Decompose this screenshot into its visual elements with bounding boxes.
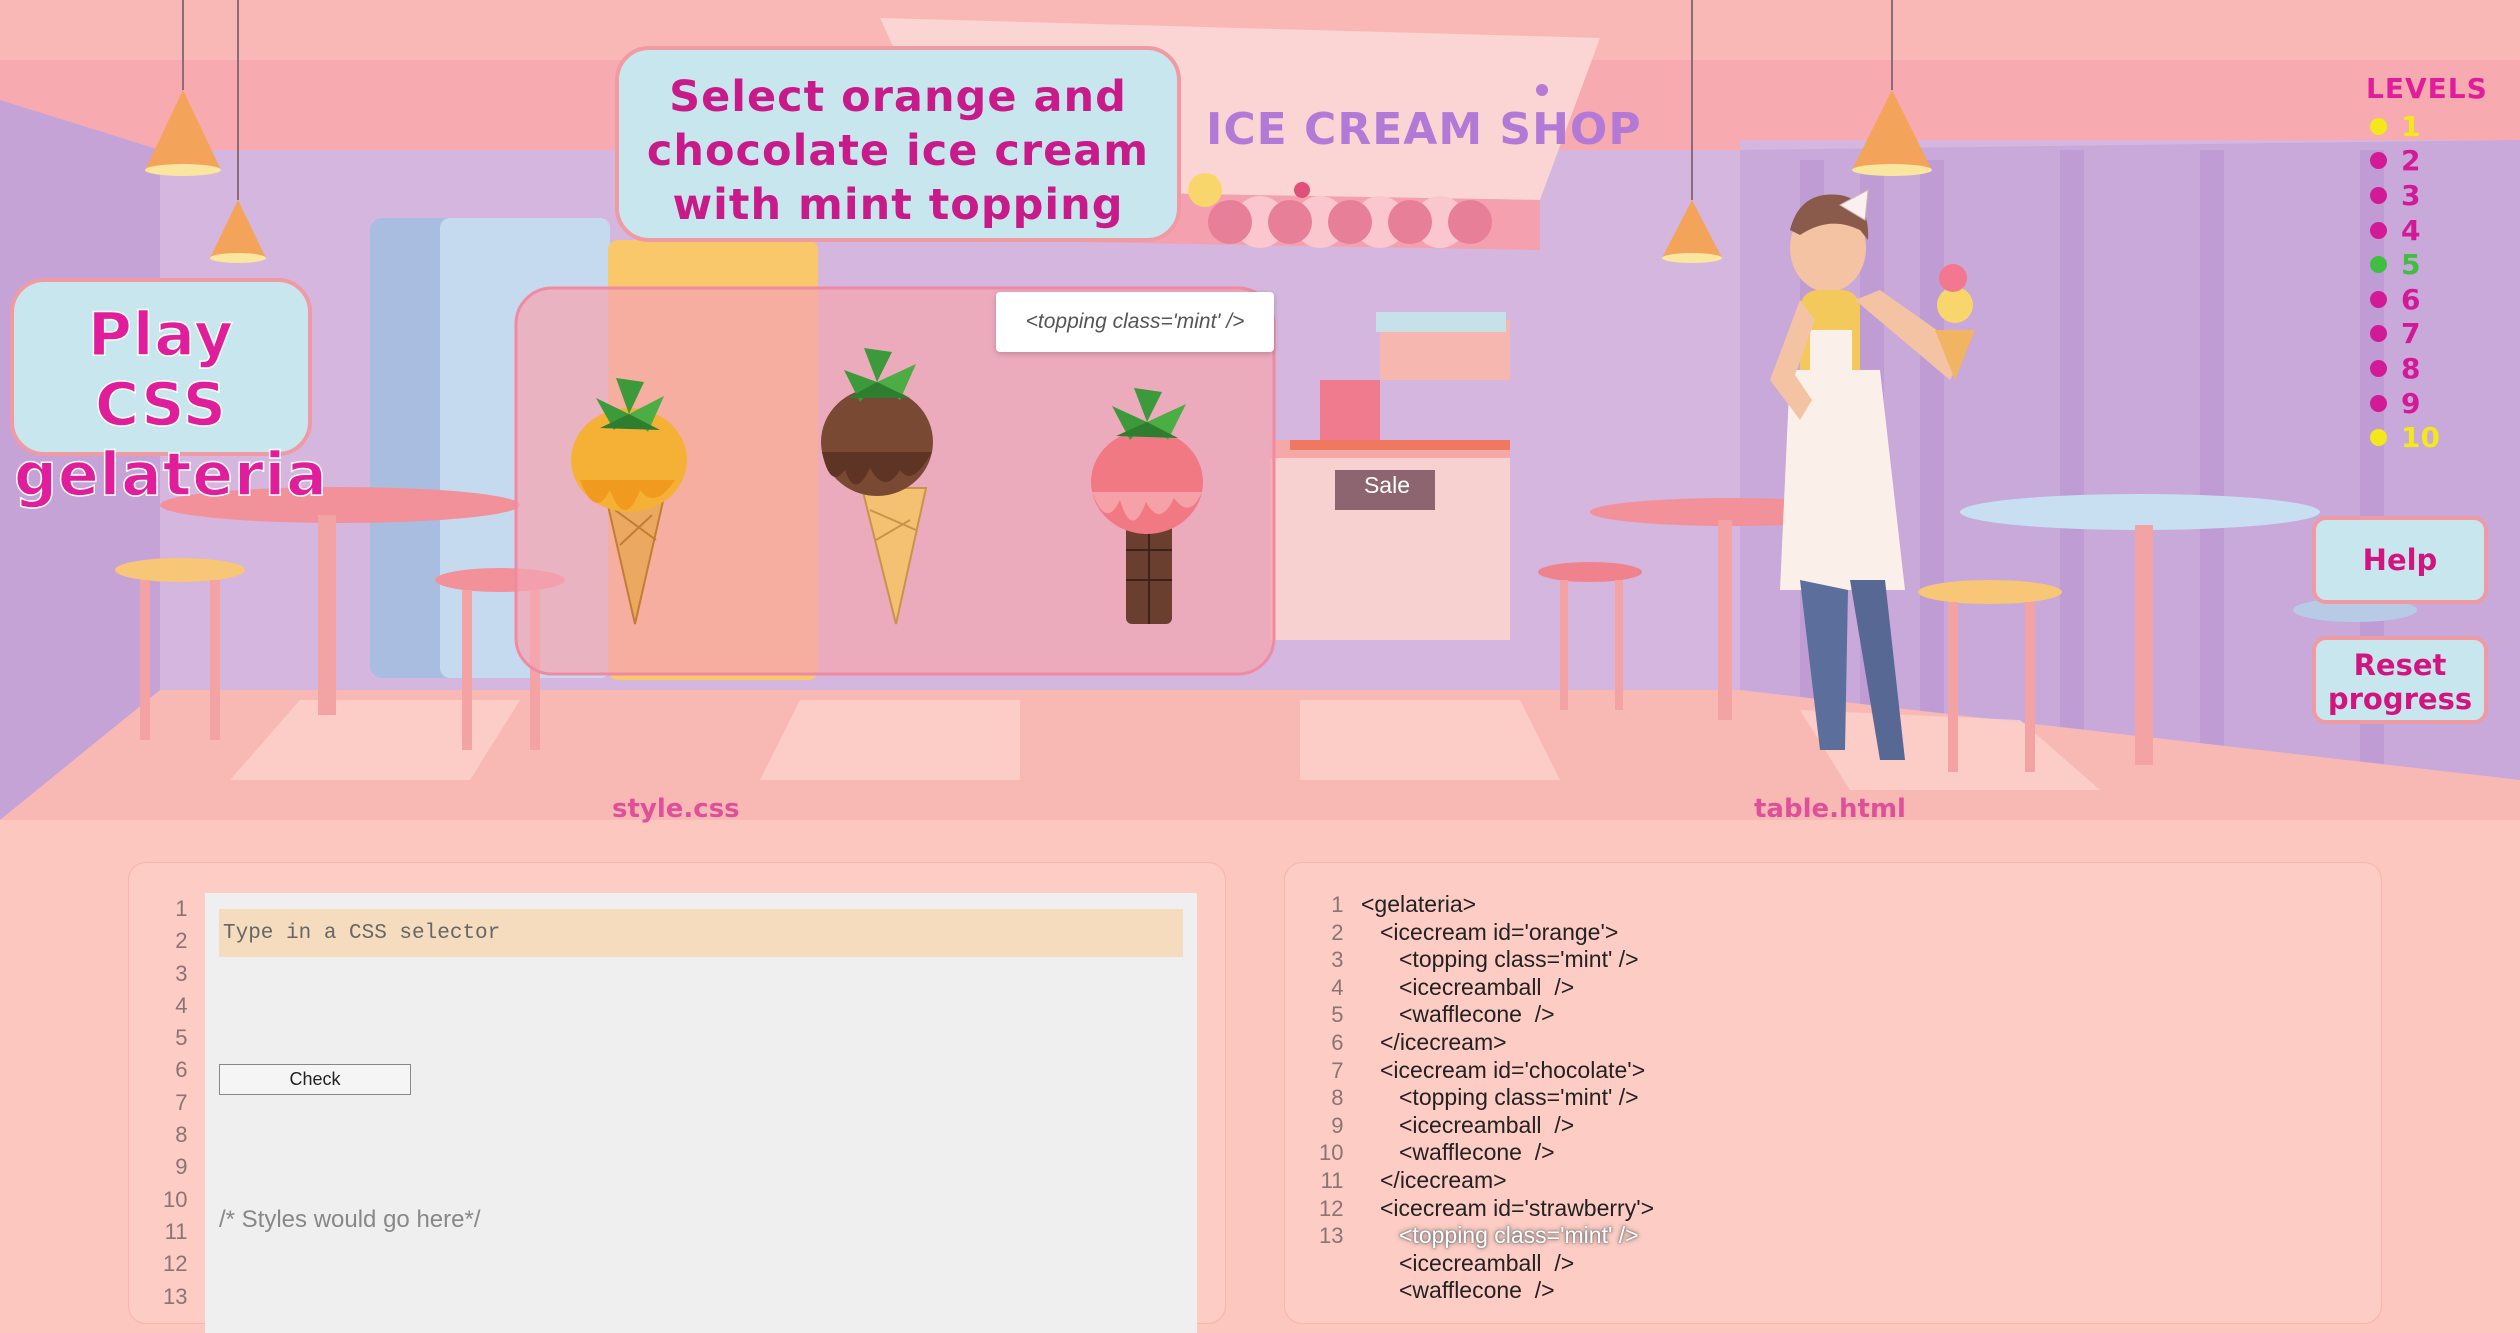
code-line[interactable]: <icecream id='orange'> bbox=[1361, 919, 1654, 947]
level-number: 9 bbox=[2401, 386, 2421, 420]
line-number: 6 bbox=[1331, 1029, 1344, 1055]
level-9-link[interactable]: 9 bbox=[2366, 386, 2486, 421]
line-number: 9 bbox=[175, 1154, 188, 1180]
check-button[interactable]: Check bbox=[219, 1064, 411, 1095]
line-number: 3 bbox=[175, 960, 188, 986]
line-number: 10 bbox=[163, 1186, 188, 1212]
level-1-link[interactable]: 1 bbox=[2366, 109, 2486, 144]
sale-sign: Sale bbox=[1363, 472, 1411, 498]
code-line[interactable]: <wafflecone /> bbox=[1361, 1001, 1654, 1029]
css-line-numbers: 1 2 3 4 5 6 7 8 9 10 11 12 13 bbox=[163, 893, 187, 1313]
line-number: 8 bbox=[1331, 1085, 1344, 1111]
game-title: Play CSS gelateria bbox=[10, 278, 327, 511]
line-number: 9 bbox=[1331, 1112, 1344, 1138]
line-number: 12 bbox=[1319, 1195, 1344, 1221]
line-number: 2 bbox=[175, 928, 188, 954]
mint-topping[interactable] bbox=[1112, 388, 1186, 440]
chocolate-icecream[interactable] bbox=[821, 348, 933, 625]
level-6-link[interactable]: 6 bbox=[2366, 282, 2486, 317]
css-editor-panel: 12345678910111213 Check /* Styles would … bbox=[128, 862, 1226, 1333]
level-status-dot bbox=[2370, 359, 2387, 377]
level-status-dot bbox=[2370, 221, 2387, 239]
line-number: 1 bbox=[175, 896, 188, 921]
shop-sign: ICE CREAM SHOP bbox=[1206, 104, 1642, 155]
level-4-link[interactable]: 4 bbox=[2366, 213, 2486, 248]
line-number: 5 bbox=[175, 1025, 188, 1051]
element-tooltip: <topping class='mint' /> bbox=[996, 292, 1274, 352]
line-number: 11 bbox=[164, 1218, 188, 1244]
css-file-label: style.css bbox=[612, 794, 740, 824]
level-5-link[interactable]: 5 bbox=[2366, 247, 2486, 282]
level-number: 2 bbox=[2401, 144, 2421, 178]
level-2-link[interactable]: 2 bbox=[2366, 144, 2486, 179]
help-button[interactable]: Help bbox=[2312, 516, 2488, 604]
level-7-link[interactable]: 7 bbox=[2366, 317, 2486, 352]
line-number: 4 bbox=[1331, 974, 1344, 1000]
styles-comment: /* Styles would go here*/ bbox=[219, 1206, 481, 1233]
level-status-dot bbox=[2370, 429, 2387, 447]
code-line[interactable]: </icecream> bbox=[1361, 1167, 1654, 1195]
level-number: 1 bbox=[2401, 109, 2421, 143]
line-number: 10 bbox=[1319, 1140, 1344, 1166]
line-number: 2 bbox=[1331, 919, 1344, 945]
code-line[interactable]: <topping class='mint' /> bbox=[1361, 1084, 1654, 1112]
level-number: 3 bbox=[2401, 178, 2421, 212]
line-number: 8 bbox=[175, 1122, 188, 1148]
css-selector-input[interactable] bbox=[219, 909, 1183, 957]
level-instruction: Select orange and chocolate ice cream wi… bbox=[615, 46, 1181, 242]
level-status-dot bbox=[2370, 394, 2387, 412]
line-number: 5 bbox=[1331, 1002, 1344, 1028]
line-number: 1 bbox=[1331, 892, 1344, 917]
code-line[interactable]: <wafflecone /> bbox=[1361, 1139, 1654, 1167]
code-line[interactable]: <icecreamball /> bbox=[1361, 974, 1654, 1002]
level-status-dot bbox=[2370, 290, 2387, 308]
line-number: 7 bbox=[175, 1089, 188, 1115]
levels-list: LEVELS 1 2 3 4 5 6 7 8 9 10 bbox=[2366, 72, 2488, 455]
level-status-dot bbox=[2370, 152, 2387, 170]
html-line-numbers: 1 2 3 4 5 6 7 8 9 10 11 12 13 bbox=[1319, 891, 1343, 1250]
line-number: 6 bbox=[175, 1057, 188, 1083]
level-status-dot bbox=[2370, 186, 2387, 204]
level-number: 4 bbox=[2401, 213, 2421, 247]
html-file-label: table.html bbox=[1754, 794, 1906, 824]
level-3-link[interactable]: 3 bbox=[2366, 178, 2486, 213]
level-number: 5 bbox=[2401, 248, 2421, 282]
level-status-dot bbox=[2370, 256, 2387, 274]
reset-progress-button[interactable]: Reset progress bbox=[2312, 636, 2488, 724]
level-number: 10 bbox=[2401, 421, 2440, 455]
code-line[interactable]: <icecream id='strawberry'> bbox=[1361, 1195, 1654, 1223]
level-number: 6 bbox=[2401, 282, 2421, 316]
level-10-link[interactable]: 10 bbox=[2366, 420, 2486, 455]
code-line[interactable]: <wafflecone /> bbox=[1361, 1277, 1654, 1305]
code-line[interactable]: <icecream id='chocolate'> bbox=[1361, 1057, 1654, 1085]
html-code: <gelateria> <icecream id='orange'> <toppin… bbox=[1361, 891, 1654, 1305]
level-status-dot bbox=[2370, 117, 2387, 135]
line-number: 4 bbox=[175, 992, 188, 1018]
strawberry-icecream[interactable] bbox=[1091, 388, 1203, 624]
line-number: 7 bbox=[1331, 1057, 1344, 1083]
levels-title: LEVELS bbox=[2366, 72, 2488, 105]
code-line[interactable]: <gelateria> bbox=[1361, 891, 1654, 919]
code-line[interactable]: <icecreamball /> bbox=[1361, 1112, 1654, 1140]
line-number: 13 bbox=[1319, 1223, 1344, 1249]
html-viewer-panel: 1 2 3 4 5 6 7 8 9 10 11 12 13 <gelateria> <icecream i… bbox=[1284, 862, 2382, 1324]
line-number: 12 bbox=[163, 1251, 188, 1277]
line-number: 3 bbox=[1331, 947, 1344, 973]
css-editor-area: Check /* Styles would go here*/ bbox=[205, 893, 1197, 1333]
level-number: 7 bbox=[2401, 317, 2421, 351]
level-8-link[interactable]: 8 bbox=[2366, 351, 2486, 386]
code-line[interactable]: <icecreamball /> bbox=[1361, 1250, 1654, 1278]
level-status-dot bbox=[2370, 325, 2387, 343]
code-line[interactable]: <topping class='mint' /> bbox=[1361, 946, 1654, 974]
line-number: 13 bbox=[163, 1283, 188, 1309]
code-line[interactable]: <topping class='mint' /> bbox=[1361, 1222, 1654, 1250]
code-line[interactable]: </icecream> bbox=[1361, 1029, 1654, 1057]
ice-creams-on-table bbox=[571, 348, 1203, 625]
level-number: 8 bbox=[2401, 351, 2421, 385]
line-number: 11 bbox=[1320, 1167, 1344, 1193]
orange-icecream[interactable] bbox=[571, 378, 687, 625]
